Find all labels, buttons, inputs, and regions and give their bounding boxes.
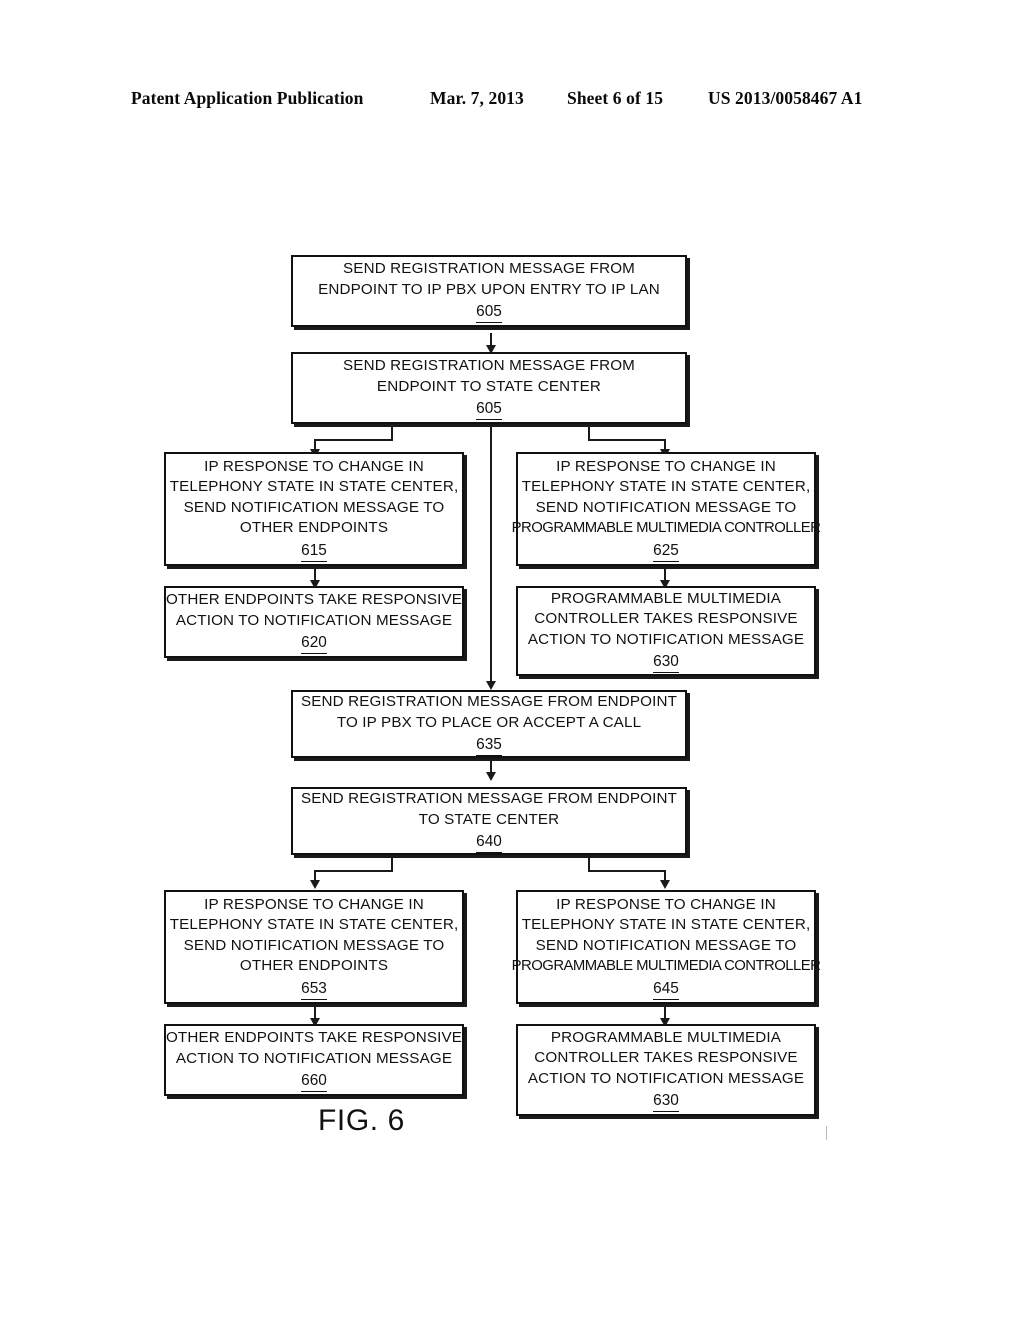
arrow-640-to-645	[660, 880, 670, 889]
flow-box-630-a-line-1: CONTROLLER TAKES RESPONSIVE	[534, 610, 798, 628]
flow-box-615-line-1: TELEPHONY STATE IN STATE CENTER,	[169, 478, 459, 495]
flow-box-635-line-0: SEND REGISTRATION MESSAGE FROM ENDPOINT	[300, 693, 677, 710]
flow-box-615-line-0: IP RESPONSE TO CHANGE IN	[204, 457, 424, 475]
flow-box-645-line-0: IP RESPONSE TO CHANGE IN	[556, 895, 776, 913]
flow-box-635-ref: 635	[476, 734, 502, 756]
flow-box-630-b-line-2: ACTION TO NOTIFICATION MESSAGE	[527, 1069, 805, 1087]
arrow-635-640	[486, 772, 496, 781]
flow-box-645-line-2: SEND NOTIFICATION MESSAGE TO	[535, 936, 797, 954]
flow-box-660-line-0: OTHER ENDPOINTS TAKE RESPONSIVE	[165, 1029, 463, 1046]
flow-box-653-line-3: OTHER ENDPOINTS	[239, 957, 389, 974]
flow-box-630-b: PROGRAMMABLE MULTIMEDIA CONTROLLER TAKES…	[516, 1024, 816, 1116]
flow-box-653: IP RESPONSE TO CHANGE IN TELEPHONY STATE…	[164, 890, 464, 1004]
flowchart-figure: SEND REGISTRATION MESSAGE FROM ENDPOINT …	[0, 0, 1024, 1320]
flow-box-630-b-ref: 630	[653, 1090, 679, 1113]
branch-605b-left-span	[314, 439, 393, 441]
flow-box-605-b: SEND REGISTRATION MESSAGE FROM ENDPOINT …	[291, 352, 687, 424]
flow-box-615-line-2: SEND NOTIFICATION MESSAGE TO	[183, 498, 445, 516]
arrow-640-to-653	[310, 880, 320, 889]
arrow-spine-to-635	[486, 681, 496, 690]
flow-box-615-line-3: OTHER ENDPOINTS	[239, 519, 389, 536]
flow-box-630-b-line-0: PROGRAMMABLE MULTIMEDIA	[550, 1028, 782, 1046]
flow-box-640-ref: 640	[476, 831, 502, 853]
flow-box-653-line-0: IP RESPONSE TO CHANGE IN	[204, 895, 424, 913]
flow-box-630-a-ref: 630	[653, 651, 679, 674]
flow-box-653-ref: 653	[301, 978, 327, 1000]
flow-box-625-ref: 625	[653, 540, 679, 562]
flow-box-660-line-1: ACTION TO NOTIFICATION MESSAGE	[175, 1049, 453, 1067]
flow-box-653-line-2: SEND NOTIFICATION MESSAGE TO	[183, 936, 445, 954]
flow-box-653-line-1: TELEPHONY STATE IN STATE CENTER,	[169, 916, 459, 933]
flow-box-615-ref: 615	[301, 540, 327, 562]
flow-box-640: SEND REGISTRATION MESSAGE FROM ENDPOINT …	[291, 787, 687, 855]
flow-box-630-a-line-0: PROGRAMMABLE MULTIMEDIA	[550, 589, 782, 607]
flow-box-660-ref: 660	[301, 1070, 327, 1092]
flow-box-640-line-0: SEND REGISTRATION MESSAGE FROM ENDPOINT	[300, 790, 677, 807]
flow-box-660: OTHER ENDPOINTS TAKE RESPONSIVE ACTION T…	[164, 1024, 464, 1096]
flow-box-605-b-line-1: ENDPOINT TO STATE CENTER	[376, 377, 602, 395]
flow-box-620-line-0: OTHER ENDPOINTS TAKE RESPONSIVE	[165, 591, 463, 608]
flow-box-605-a-ref: 605	[476, 301, 502, 323]
flow-box-620-ref: 620	[301, 632, 327, 654]
flow-box-645-line-3: PROGRAMMABLE MULTIMEDIA CONTROLLER	[511, 958, 821, 974]
flow-box-625: IP RESPONSE TO CHANGE IN TELEPHONY STATE…	[512, 452, 821, 566]
flow-box-605-b-line-0: SEND REGISTRATION MESSAGE FROM	[343, 357, 635, 374]
spine-605b-to-635	[490, 427, 492, 685]
flow-box-625-line-2: SEND NOTIFICATION MESSAGE TO	[535, 498, 797, 516]
flow-box-620-line-1: ACTION TO NOTIFICATION MESSAGE	[175, 611, 453, 629]
scan-artifact-mark	[826, 1126, 827, 1140]
branch-640-right-span	[588, 870, 666, 872]
flow-box-625-line-1: TELEPHONY STATE IN STATE CENTER,	[521, 478, 811, 495]
flow-box-645: IP RESPONSE TO CHANGE IN TELEPHONY STATE…	[512, 890, 821, 1004]
flow-box-630-a-line-2: ACTION TO NOTIFICATION MESSAGE	[527, 630, 805, 648]
flow-box-620: OTHER ENDPOINTS TAKE RESPONSIVE ACTION T…	[164, 586, 464, 658]
flow-box-640-line-1: TO STATE CENTER	[418, 810, 560, 828]
flow-box-625-line-0: IP RESPONSE TO CHANGE IN	[556, 457, 776, 475]
flow-box-605-b-ref: 605	[476, 398, 502, 420]
branch-605b-right-span	[588, 439, 666, 441]
flow-box-645-line-1: TELEPHONY STATE IN STATE CENTER,	[521, 916, 811, 933]
flow-box-645-ref: 645	[653, 978, 679, 1000]
flow-box-625-line-3: PROGRAMMABLE MULTIMEDIA CONTROLLER	[511, 520, 821, 536]
flow-box-605-a-line-0: SEND REGISTRATION MESSAGE FROM	[343, 260, 635, 277]
flow-box-635: SEND REGISTRATION MESSAGE FROM ENDPOINT …	[291, 690, 687, 758]
figure-caption: FIG. 6	[318, 1104, 405, 1137]
flow-box-605-a: SEND REGISTRATION MESSAGE FROM ENDPOINT …	[291, 255, 687, 327]
flow-box-605-a-line-1: ENDPOINT TO IP PBX UPON ENTRY TO IP LAN	[318, 280, 660, 298]
flow-box-630-b-line-1: CONTROLLER TAKES RESPONSIVE	[534, 1049, 798, 1067]
flow-box-635-line-1: TO IP PBX TO PLACE OR ACCEPT A CALL	[336, 713, 642, 731]
flow-box-630-a: PROGRAMMABLE MULTIMEDIA CONTROLLER TAKES…	[516, 586, 816, 676]
flow-box-615: IP RESPONSE TO CHANGE IN TELEPHONY STATE…	[164, 452, 464, 566]
branch-640-left-span	[314, 870, 393, 872]
